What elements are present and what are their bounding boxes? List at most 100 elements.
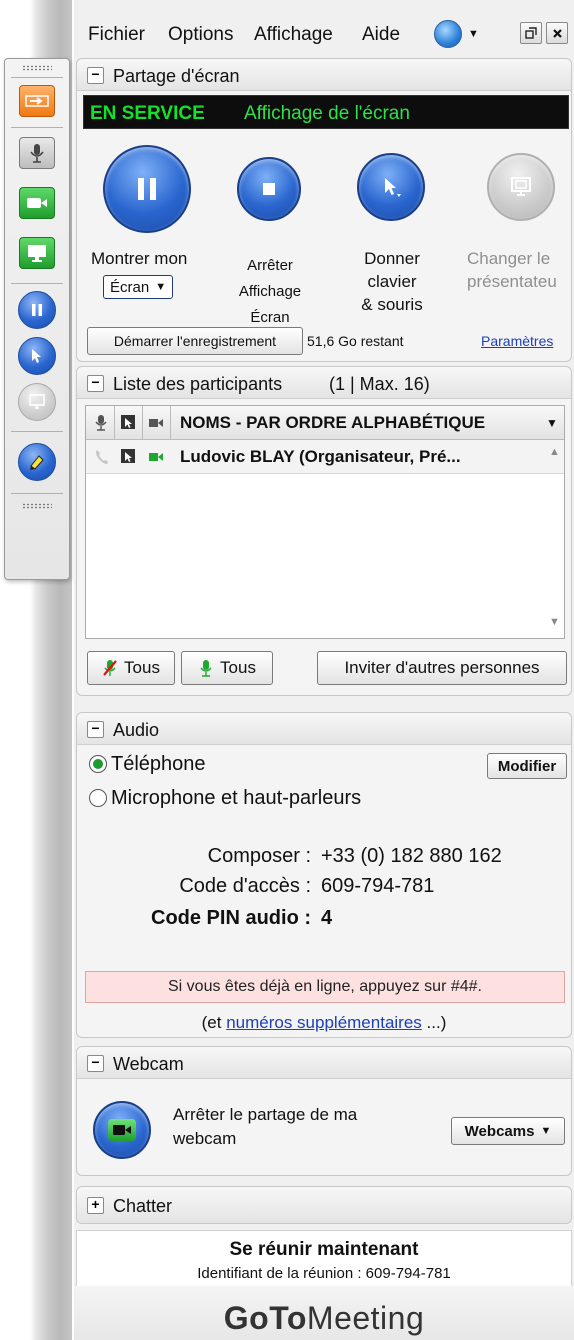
toolbar-grip-top[interactable] <box>22 65 52 71</box>
phone-radio[interactable] <box>89 755 107 773</box>
more-numbers-prefix: (et <box>201 1013 222 1032</box>
column-divider <box>142 406 143 440</box>
phone-icon <box>96 450 108 464</box>
language-globe-icon[interactable] <box>434 20 462 48</box>
microphone-option-label[interactable]: Microphone et haut-parleurs <box>111 787 361 810</box>
column-names-header[interactable]: NOMS - PAR ORDRE ALPHABÉTIQUE <box>180 413 485 433</box>
mute-all-button[interactable]: Tous <box>87 651 175 685</box>
stop-icon <box>263 183 275 195</box>
webcam-button[interactable] <box>19 187 55 219</box>
logo-band: GoToMeeting <box>74 1286 574 1340</box>
close-window-button[interactable] <box>546 22 568 44</box>
webcam-panel: − Webcam Arrêter le partage de ma webcam… <box>76 1046 572 1176</box>
screen-select-dropdown[interactable]: Écran ▼ <box>103 275 174 299</box>
microphone-icon <box>200 660 212 677</box>
screen-select-value: Écran <box>110 278 150 296</box>
collapse-minus-icon[interactable]: − <box>87 375 104 392</box>
sharing-status-bar: EN SERVICE Affichage de l'écran <box>83 95 569 129</box>
collapse-minus-icon[interactable]: − <box>87 1055 104 1072</box>
webcam-title: Webcam <box>113 1054 184 1074</box>
change-presenter-button[interactable] <box>487 153 555 221</box>
scroll-down-icon[interactable]: ▼ <box>549 616 560 628</box>
menu-file[interactable]: Fichier <box>88 24 145 46</box>
access-code-value: 609-794-781 <box>321 875 435 897</box>
microphone-button[interactable] <box>19 137 55 169</box>
camera-icon[interactable] <box>148 417 164 429</box>
invite-others-button[interactable]: Inviter d'autres personnes <box>317 651 567 685</box>
cursor-icon <box>32 349 41 363</box>
toolbar-grip-bottom[interactable] <box>22 503 52 509</box>
menu-help[interactable]: Aide <box>362 24 400 46</box>
keyboard-mouse-icon[interactable] <box>120 414 136 432</box>
pause-icon <box>138 178 156 200</box>
toolbar-divider <box>11 283 63 284</box>
pause-screen-button[interactable] <box>103 145 191 233</box>
audio-title: Audio <box>113 720 160 740</box>
give-label-line: Donner <box>364 249 420 268</box>
unmute-all-label: Tous <box>220 658 256 677</box>
participants-header[interactable]: − Liste des participants (1 | Max. 16) <box>77 367 571 399</box>
audio-header[interactable]: − Audio <box>77 713 571 745</box>
chat-header[interactable]: + Chatter <box>77 1187 571 1223</box>
restore-window-button[interactable] <box>520 22 542 44</box>
dial-label: Composer : <box>207 845 311 867</box>
microphone-radio[interactable] <box>89 789 107 807</box>
microphone-muted-icon <box>103 660 117 676</box>
microphone-icon[interactable] <box>94 414 108 432</box>
drawing-tools-button[interactable] <box>18 443 56 481</box>
stop-label-line: Affichage <box>238 283 302 300</box>
highlighter-icon <box>30 455 44 470</box>
give-keyboard-mouse-button[interactable] <box>357 153 425 221</box>
change-label-line: Changer le <box>467 249 551 268</box>
column-divider <box>114 406 115 440</box>
unmute-all-button[interactable]: Tous <box>181 651 273 685</box>
menu-view[interactable]: Affichage <box>254 24 333 46</box>
chevron-down-icon[interactable]: ▼ <box>546 416 558 430</box>
toolbar-divider <box>11 77 63 78</box>
webcam-header[interactable]: − Webcam <box>77 1047 571 1079</box>
pause-sharing-button[interactable] <box>18 291 56 329</box>
meet-now-link[interactable]: Se réunir maintenant <box>77 1239 571 1261</box>
participant-row[interactable]: Ludovic BLAY (Organisateur, Pré... <box>86 440 564 474</box>
settings-link[interactable]: Paramètres <box>481 333 553 349</box>
webcams-dropdown-label: Webcams <box>464 1122 535 1140</box>
show-screen-label: Montrer mon <box>91 249 188 268</box>
access-code-label: Code d'accès : <box>179 875 311 897</box>
expand-plus-icon[interactable]: + <box>87 1197 104 1214</box>
in-call-notice: Si vous êtes déjà en ligne, appuyez sur … <box>85 971 565 1003</box>
menu-options[interactable]: Options <box>168 24 233 46</box>
chat-title: Chatter <box>113 1196 173 1216</box>
phone-option-label[interactable]: Téléphone <box>111 753 206 776</box>
stop-screen-button[interactable] <box>237 157 301 221</box>
logo-light-text: Meeting <box>306 1300 425 1336</box>
participants-panel: − Liste des participants (1 | Max. 16) N… <box>76 366 572 696</box>
participants-count: (1 | Max. 16) <box>329 374 430 394</box>
chevron-down-icon: ▼ <box>540 1125 552 1137</box>
participants-scrollbar[interactable]: ▲ ▼ <box>546 440 564 638</box>
chevron-down-icon[interactable]: ▼ <box>468 28 479 40</box>
start-recording-button[interactable]: Démarrer l'enregistrement <box>87 327 303 355</box>
menu-bar: Fichier Options Affichage Aide ▼ <box>74 0 574 54</box>
column-divider <box>170 406 171 440</box>
camera-icon <box>27 198 47 208</box>
keyboard-mouse-icon <box>121 449 135 463</box>
stop-webcam-button[interactable] <box>93 1101 151 1159</box>
main-window: Fichier Options Affichage Aide ▼ − Parta… <box>74 0 574 1340</box>
participants-list-header: NOMS - PAR ORDRE ALPHABÉTIQUE ▼ <box>86 406 564 440</box>
collapse-minus-icon[interactable]: − <box>87 67 104 84</box>
microphone-icon <box>30 144 44 163</box>
screen-share-button[interactable] <box>19 237 55 269</box>
chat-panel: + Chatter <box>76 1186 572 1224</box>
give-control-button[interactable] <box>18 337 56 375</box>
stop-webcam-text[interactable]: Arrêter le partage de ma webcam <box>173 1103 357 1151</box>
modify-audio-button[interactable]: Modifier <box>487 753 567 779</box>
collapse-minus-icon[interactable]: − <box>87 721 104 738</box>
toggle-panel-button[interactable] <box>19 85 55 117</box>
camera-icon <box>113 1125 131 1135</box>
more-numbers-link[interactable]: numéros supplémentaires <box>226 1013 422 1032</box>
storage-remaining: 51,6 Go restant <box>307 333 404 349</box>
change-presenter-button[interactable] <box>18 383 56 421</box>
scroll-up-icon[interactable]: ▲ <box>549 446 560 458</box>
screen-share-header[interactable]: − Partage d'écran <box>77 59 571 91</box>
webcams-dropdown[interactable]: Webcams ▼ <box>451 1117 565 1145</box>
